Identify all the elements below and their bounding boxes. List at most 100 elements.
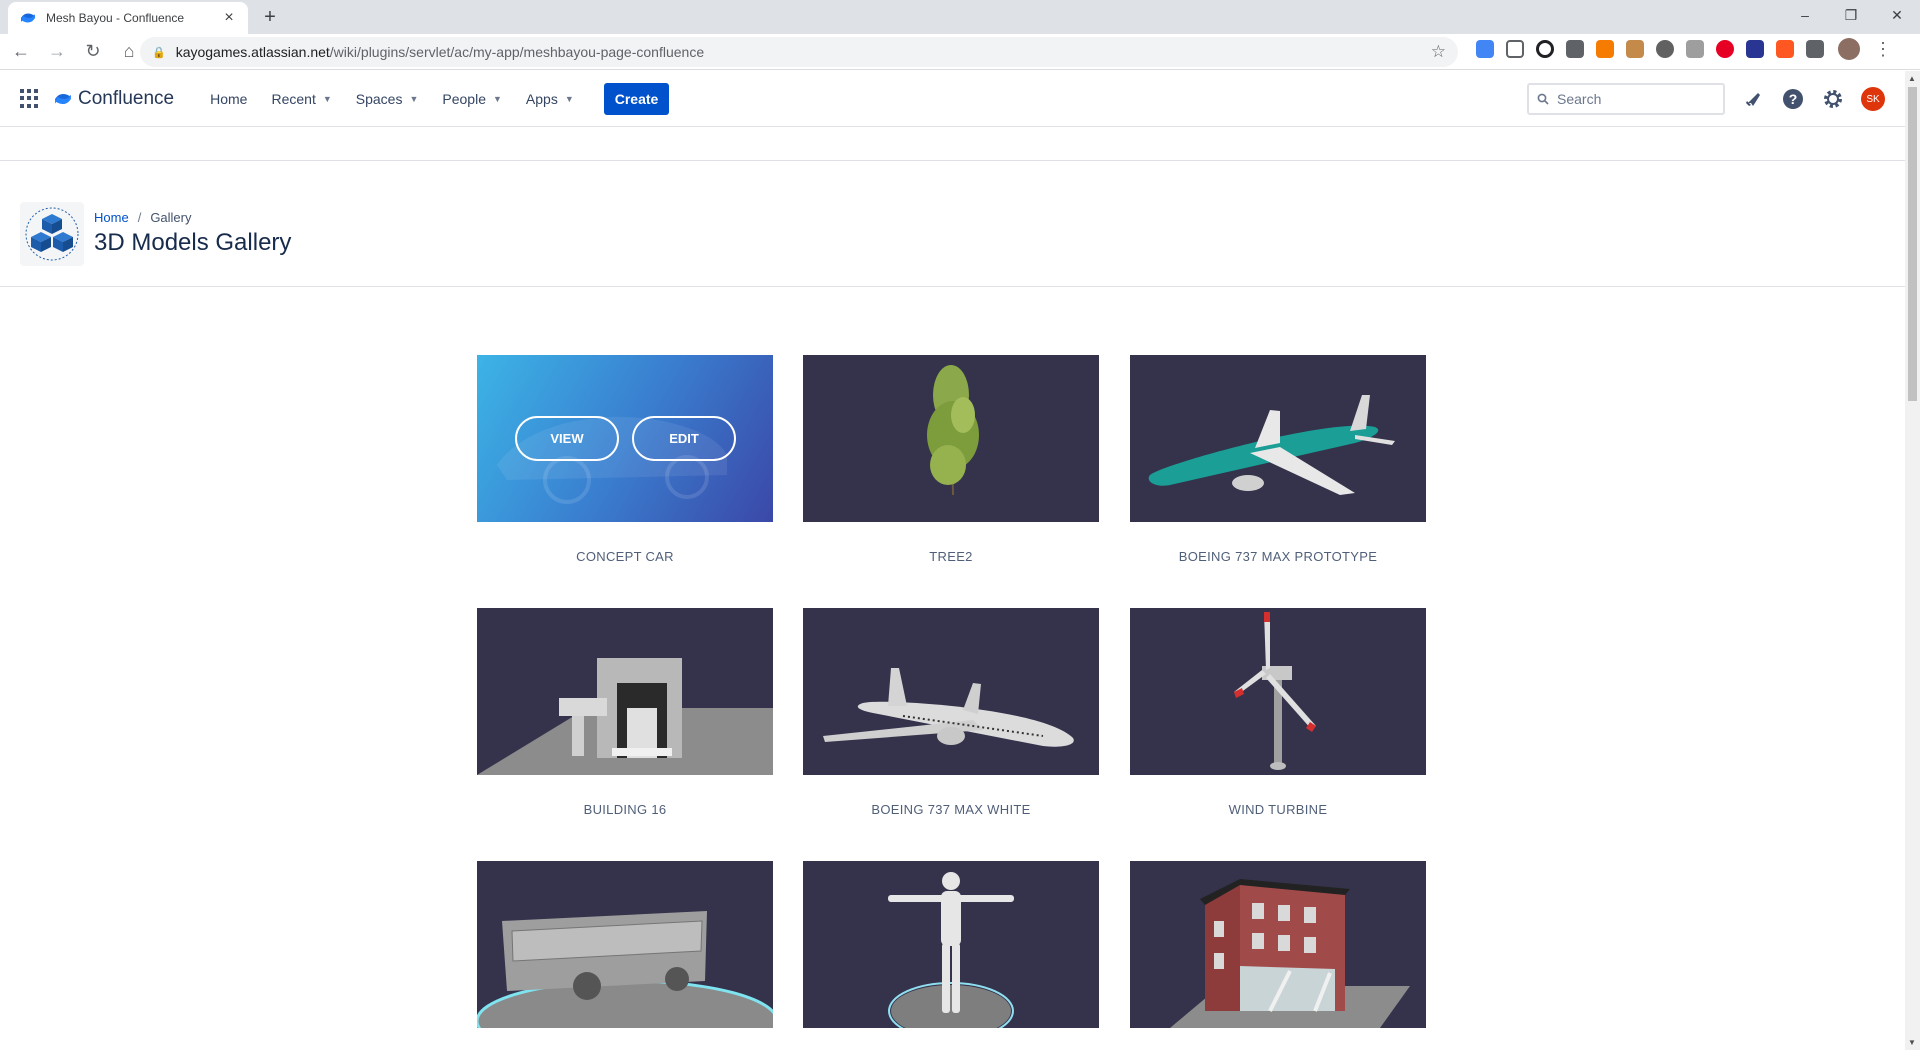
chevron-down-icon: ▼ (322, 93, 332, 104)
model-caption[interactable]: CONCEPT CAR (477, 549, 773, 564)
screen-extension-icon[interactable] (1686, 40, 1704, 58)
teal-airplane-model (1148, 395, 1395, 495)
confluence-header: Confluence Home Recent ▼ Spaces ▼ People ▼ … (0, 71, 1905, 127)
back-icon[interactable]: ← (6, 37, 36, 67)
model-thumbnail[interactable] (1130, 608, 1426, 775)
tab-title: Mesh Bayou - Confluence (46, 11, 185, 25)
nav-recent[interactable]: Recent ▼ (259, 91, 343, 107)
nav-home[interactable]: Home (198, 91, 259, 107)
space-cubes-icon[interactable] (20, 202, 84, 266)
lock-icon[interactable]: 🔒 (152, 46, 166, 59)
forward-icon[interactable]: → (42, 37, 72, 67)
model-thumbnail[interactable] (477, 861, 773, 1028)
browser-toolbar: ← → ↻ ⌂ 🔒 kayogames.atlassian.net/wiki/p… (0, 34, 1920, 70)
browser-tabstrip: Mesh Bayou - Confluence × + – ❐ ✕ (0, 0, 1920, 34)
breadcrumb-current[interactable]: Gallery (150, 210, 191, 225)
gallery-card-bus[interactable] (477, 861, 773, 1055)
confluence-logo-icon (55, 93, 71, 104)
breadcrumb-home-link[interactable]: Home (94, 210, 129, 225)
page-header: Home / Gallery 3D Models Gallery (0, 162, 1905, 287)
scrollbar-thumb[interactable] (1908, 87, 1917, 401)
circle-extension-icon[interactable] (1656, 40, 1674, 58)
nav-home-label: Home (210, 90, 248, 107)
chevron-down-icon: ▼ (409, 93, 419, 104)
model-thumbnail[interactable]: VIEW EDIT (477, 355, 773, 522)
recycle-extension-icon[interactable] (1566, 40, 1584, 58)
model-thumbnail[interactable] (803, 608, 1099, 775)
nav-recent-label: Recent (271, 90, 316, 107)
user-avatar[interactable]: SK (1861, 87, 1885, 111)
sub-header-bar (0, 128, 1905, 161)
gallery-card-apartment[interactable] (1130, 861, 1426, 1055)
apartment-building-model (1170, 879, 1410, 1028)
model-thumbnail[interactable] (1130, 355, 1426, 522)
nav-spaces[interactable]: Spaces ▼ (344, 91, 431, 107)
nav-apps[interactable]: Apps ▼ (514, 91, 586, 107)
gallery-card-wind-turbine[interactable]: WIND TURBINE (1130, 608, 1426, 817)
model-thumbnail[interactable] (1130, 861, 1426, 1028)
notifications-icon[interactable] (1741, 87, 1765, 111)
svg-text:?: ? (1789, 91, 1798, 107)
page-scrollbar[interactable]: ▲ ▼ (1905, 71, 1920, 1050)
settings-gear-icon[interactable] (1821, 87, 1845, 111)
scroll-down-icon[interactable]: ▼ (1908, 1038, 1916, 1047)
confluence-logo[interactable]: Confluence (54, 88, 174, 110)
search-icon (1537, 93, 1549, 105)
gallery-card-building[interactable]: BUILDING 16 (477, 608, 773, 817)
model-thumbnail[interactable] (803, 861, 1099, 1028)
stylus-extension-icon[interactable] (1746, 40, 1764, 58)
address-bar[interactable]: 🔒 kayogames.atlassian.net/wiki/plugins/s… (140, 37, 1458, 67)
nav-apps-label: Apps (525, 90, 558, 107)
search-input[interactable]: Search (1527, 83, 1725, 115)
nav-people-label: People (442, 90, 486, 107)
bookmark-star-icon[interactable]: ☆ (1431, 42, 1446, 62)
model-caption[interactable]: BUILDING 16 (477, 802, 773, 817)
mail-extension-icon[interactable] (1626, 40, 1644, 58)
wind-turbine-model (1234, 612, 1316, 770)
profile-avatar[interactable] (1838, 38, 1860, 60)
chevron-down-icon: ▼ (564, 93, 574, 104)
help-icon[interactable]: ? (1781, 87, 1805, 111)
restore-icon[interactable]: ❐ (1828, 0, 1874, 30)
gallery-card-tree[interactable]: TREE2 (803, 355, 1099, 564)
view-button[interactable]: VIEW (515, 416, 619, 461)
model-caption[interactable]: BOEING 737 MAX PROTOTYPE (1130, 549, 1426, 564)
nav-people[interactable]: People ▼ (430, 91, 514, 107)
url-text: kayogames.atlassian.net/wiki/plugins/ser… (176, 44, 1431, 60)
breadcrumb-separator: / (137, 210, 142, 225)
app-switcher-icon[interactable] (20, 88, 40, 109)
reload-icon[interactable]: ↻ (78, 37, 108, 67)
pocket-extension-icon[interactable] (1506, 40, 1524, 58)
model-thumbnail[interactable] (477, 608, 773, 775)
breadcrumb: Home / Gallery (94, 210, 192, 225)
puzzle-extensions-icon[interactable] (1806, 40, 1824, 58)
gallery-card-boeing-white[interactable]: BOEING 737 MAX WHITE (803, 608, 1099, 817)
rss-extension-icon[interactable] (1596, 40, 1614, 58)
url-host: kayogames.atlassian.net (175, 44, 330, 60)
edit-button[interactable]: EDIT (632, 416, 736, 461)
browser-tab[interactable]: Mesh Bayou - Confluence × (8, 2, 248, 34)
model-caption[interactable]: TREE2 (803, 549, 1099, 564)
sync-extension-icon[interactable] (1536, 40, 1554, 58)
extensions-row: ⋮ (1470, 38, 1892, 60)
white-airplane-model (823, 668, 1074, 747)
pinterest-extension-icon[interactable] (1716, 40, 1734, 58)
fire-extension-icon[interactable] (1776, 40, 1794, 58)
scroll-up-icon[interactable]: ▲ (1908, 74, 1916, 83)
url-path: /wiki/plugins/servlet/ac/my-app/meshbayo… (329, 44, 705, 60)
bus-model (477, 911, 773, 1028)
minimize-icon[interactable]: – (1782, 0, 1828, 30)
top-nav: Home Recent ▼ Spaces ▼ People ▼ Apps ▼ Creat… (198, 82, 670, 115)
translate-extension-icon[interactable] (1476, 40, 1494, 58)
tab-close-icon[interactable]: × (220, 9, 238, 27)
browser-menu-icon[interactable]: ⋮ (1874, 39, 1892, 60)
gallery-card-concept-car[interactable]: VIEW EDIT CONCEPT CAR (477, 355, 773, 564)
gallery-card-human[interactable] (803, 861, 1099, 1055)
window-close-icon[interactable]: ✕ (1874, 0, 1920, 30)
new-tab-icon[interactable]: + (258, 6, 282, 30)
model-caption[interactable]: BOEING 737 MAX WHITE (803, 802, 1099, 817)
model-caption[interactable]: WIND TURBINE (1130, 802, 1426, 817)
model-thumbnail[interactable] (803, 355, 1099, 522)
gallery-card-boeing-prototype[interactable]: BOEING 737 MAX PROTOTYPE (1130, 355, 1426, 564)
create-button[interactable]: Create (603, 82, 670, 115)
